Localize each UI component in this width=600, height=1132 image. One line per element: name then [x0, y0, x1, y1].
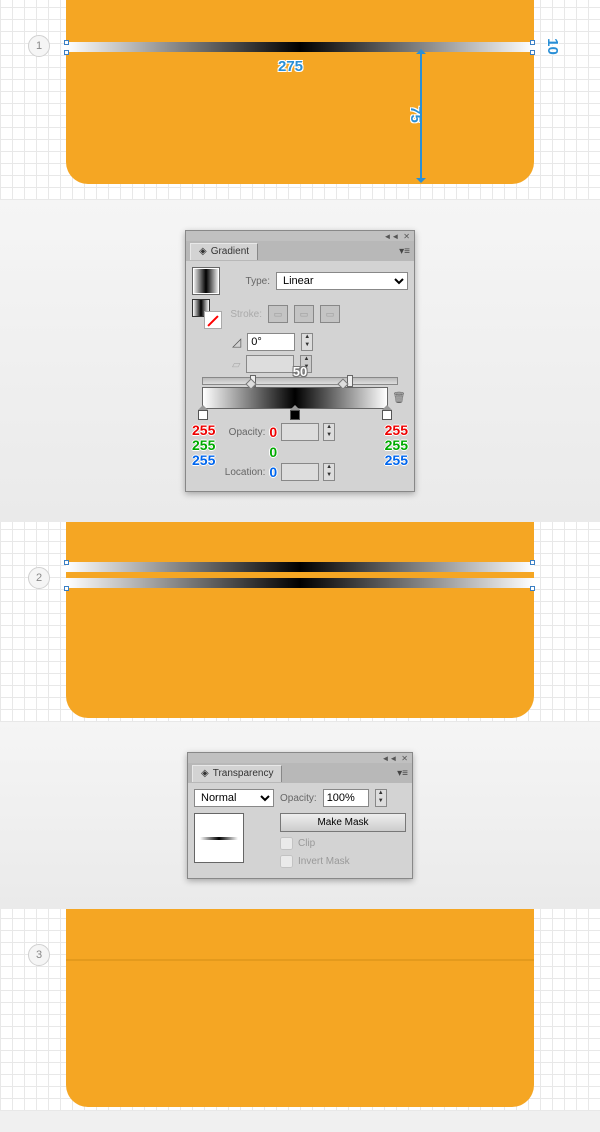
- blend-mode-select[interactable]: Normal: [194, 789, 274, 807]
- selection-handle[interactable]: [64, 560, 69, 565]
- selection-handle[interactable]: [64, 586, 69, 591]
- fill-stroke-picker[interactable]: [192, 299, 222, 329]
- selection-handle[interactable]: [530, 50, 535, 55]
- gradient-ramp[interactable]: [202, 387, 388, 409]
- selection-handle[interactable]: [530, 560, 535, 565]
- dimension-width: 275: [278, 58, 303, 75]
- gradient-swatch[interactable]: [192, 267, 220, 295]
- panel-handle[interactable]: ◄◄ ✕: [186, 231, 414, 241]
- panel-tabbar: ◈ Gradient ▾≡: [186, 241, 414, 261]
- selection-handle[interactable]: [530, 586, 535, 591]
- stroke-type-3: ▭: [320, 305, 340, 323]
- step-badge-3: 3: [28, 944, 50, 966]
- canvas-step-3[interactable]: 3: [0, 909, 600, 1111]
- make-mask-button[interactable]: Make Mask: [280, 813, 406, 832]
- opacity-stepper: ▲▼: [323, 423, 335, 441]
- stroke-label: Stroke:: [228, 309, 262, 320]
- gradient-panel[interactable]: ◄◄ ✕ ◈ Gradient ▾≡ Type: Linear: [185, 230, 415, 492]
- collapse-icon[interactable]: ◄◄: [383, 232, 399, 241]
- tab-label: Transparency: [213, 768, 274, 779]
- spacer-stripe: [66, 574, 534, 577]
- opacity-input: [281, 423, 319, 441]
- panel-handle[interactable]: ◄◄ ✕: [188, 753, 412, 763]
- transparency-panel[interactable]: ◄◄ ✕ ◈ Transparency ▾≡ Normal Opacity: ▲…: [187, 752, 413, 879]
- panel-tabbar: ◈ Transparency ▾≡: [188, 763, 412, 783]
- gradient-bar[interactable]: [66, 562, 534, 572]
- stroke-type-2: ▭: [294, 305, 314, 323]
- diamond-icon: ◈: [199, 246, 207, 257]
- midpoint-slider[interactable]: 50: [202, 377, 398, 385]
- gradient-stop-mid[interactable]: [290, 400, 300, 420]
- subtle-line: [66, 959, 534, 961]
- opacity-stepper[interactable]: ▲▼: [375, 789, 387, 807]
- gradient-stop-left[interactable]: [198, 400, 208, 420]
- thumbnail-preview[interactable]: [194, 813, 244, 863]
- artwork-shape[interactable]: [66, 909, 534, 1107]
- panel-body: Normal Opacity: ▲▼ Make Mask Clip: [188, 783, 412, 878]
- opacity-label: Opacity:: [221, 427, 265, 438]
- selection-handle[interactable]: [64, 40, 69, 45]
- selection-handle[interactable]: [64, 50, 69, 55]
- canvas-step-2[interactable]: 2: [0, 522, 600, 722]
- panel-menu-icon[interactable]: ▾≡: [399, 246, 410, 257]
- location-stepper: ▲▼: [323, 463, 335, 481]
- invert-check: [280, 855, 293, 868]
- angle-icon: ◿: [232, 335, 241, 349]
- panel-area-transparency: ◄◄ ✕ ◈ Transparency ▾≡ Normal Opacity: ▲…: [0, 722, 600, 909]
- tab-gradient[interactable]: ◈ Gradient: [190, 243, 258, 260]
- thumbnail-mark: [200, 837, 238, 840]
- opacity-input[interactable]: [323, 789, 369, 807]
- tab-transparency[interactable]: ◈ Transparency: [192, 765, 282, 782]
- clip-check: [280, 837, 293, 850]
- location-input: [281, 463, 319, 481]
- stop-mid-rgb: Opacity: 0 ▲▼ 0 Location: 0 ▲▼: [221, 423, 378, 481]
- diamond-icon: ◈: [201, 768, 209, 779]
- stop-right-rgb: 255 255 255: [385, 423, 408, 468]
- close-icon[interactable]: ✕: [401, 754, 408, 763]
- gradient-stop-right[interactable]: [382, 400, 392, 420]
- midpoint-value: 50: [293, 364, 307, 379]
- panel-menu-icon[interactable]: ▾≡: [397, 768, 408, 779]
- stroke-type-1: ▭: [268, 305, 288, 323]
- dimension-height: 10: [544, 38, 561, 55]
- stop-left-rgb: 255 255 255: [192, 423, 215, 468]
- step-badge-2: 2: [28, 567, 50, 589]
- canvas-step-1[interactable]: 1 275 10 75: [0, 0, 600, 200]
- invert-mask-checkbox: Invert Mask: [280, 855, 406, 868]
- artwork-shape[interactable]: [66, 522, 534, 718]
- artwork-shape[interactable]: [66, 0, 534, 184]
- panel-body: Type: Linear Stroke: ▭ ▭ ▭ ◿ ▲▼: [186, 261, 414, 491]
- location-label: Location:: [221, 467, 265, 478]
- selection-handle[interactable]: [530, 40, 535, 45]
- gradient-bar[interactable]: [66, 42, 534, 52]
- panel-area-gradient: ◄◄ ✕ ◈ Gradient ▾≡ Type: Linear: [0, 200, 600, 522]
- collapse-icon[interactable]: ◄◄: [381, 754, 397, 763]
- clip-checkbox: Clip: [280, 837, 406, 850]
- aspect-input: [246, 355, 294, 373]
- tab-label: Gradient: [211, 246, 249, 257]
- aspect-icon: ▱: [232, 358, 240, 371]
- close-icon[interactable]: ✕: [403, 232, 410, 241]
- gradient-bar[interactable]: [66, 578, 534, 588]
- type-select[interactable]: Linear: [276, 272, 408, 290]
- trash-icon[interactable]: 🗑: [392, 391, 406, 404]
- angle-input[interactable]: [247, 333, 295, 351]
- step-badge-1: 1: [28, 35, 50, 57]
- type-label: Type:: [236, 276, 270, 287]
- stroke-none-icon[interactable]: [204, 311, 222, 329]
- opacity-label: Opacity:: [280, 793, 317, 804]
- angle-stepper[interactable]: ▲▼: [301, 333, 313, 351]
- measure-arrow: [420, 52, 422, 180]
